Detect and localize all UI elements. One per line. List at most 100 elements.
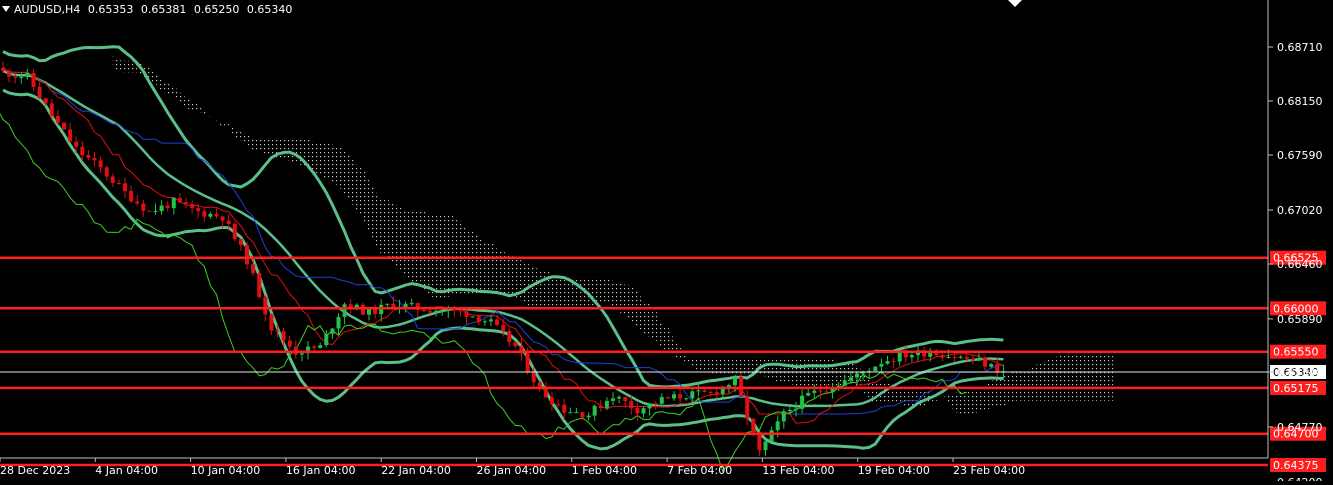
y-tick-label: 0.66460	[1277, 258, 1323, 271]
candle-body	[92, 158, 97, 161]
candle-body	[745, 396, 750, 419]
candle-body	[147, 210, 152, 212]
y-tick-label: 0.64200	[1277, 476, 1323, 481]
candle-body	[897, 352, 902, 362]
candle-body	[495, 319, 500, 325]
candle-body	[739, 376, 744, 397]
candle-body	[257, 273, 262, 297]
price-chart[interactable]: 0.66525 0.66000 0.65550 0.65175 0.64700 0.643…	[0, 0, 1333, 485]
chart-title: AUDUSD,H4 0.65353 0.65381 0.65250 0.6534…	[2, 3, 296, 16]
candle-body	[556, 404, 561, 406]
candle-body	[31, 73, 36, 87]
candle-body	[733, 376, 737, 386]
candle-body	[232, 224, 237, 240]
candle-body	[318, 345, 323, 348]
candle-body	[501, 325, 506, 331]
candle-body	[775, 421, 780, 431]
candle-body	[86, 155, 91, 158]
x-tick-label: 4 Jan 04:00	[95, 464, 158, 477]
candle-body	[848, 377, 853, 381]
candle-body	[525, 353, 530, 373]
candle-body	[373, 309, 378, 315]
candle-body	[281, 331, 286, 341]
candle-body	[13, 76, 18, 78]
candle-body	[214, 213, 219, 217]
candle-body	[470, 316, 475, 318]
candle-body	[153, 211, 158, 213]
candle-body	[171, 198, 176, 209]
candle-body	[812, 390, 817, 393]
candle-body	[714, 392, 719, 394]
chart-svg[interactable]: 0.665250.660000.655500.651750.647000.643…	[0, 0, 1333, 485]
candle-body	[43, 98, 48, 104]
chart-background	[0, 0, 1333, 481]
ohlc-close: 0.65340	[246, 3, 293, 16]
candle-body	[299, 353, 304, 355]
candle-body	[842, 380, 847, 386]
x-tick-label: 26 Jan 04:00	[477, 464, 547, 477]
x-tick-label: 16 Jan 04:00	[286, 464, 356, 477]
candle-body	[543, 388, 548, 398]
candle-body	[116, 183, 121, 184]
candle-body	[80, 146, 85, 156]
candle-body	[507, 330, 512, 343]
candle-body	[995, 364, 1000, 373]
candle-body	[458, 310, 463, 312]
candle-body	[391, 303, 396, 308]
candle-body	[611, 398, 615, 401]
candle-body	[946, 357, 951, 358]
candle-body	[647, 403, 652, 409]
candle-body	[964, 356, 969, 359]
candle-body	[824, 391, 829, 393]
candle-body	[800, 395, 805, 409]
candle-body	[818, 390, 823, 392]
x-tick-label: 22 Jan 04:00	[381, 464, 451, 477]
candle-body	[123, 183, 127, 192]
candle-body	[708, 391, 713, 393]
ohlc-high: 0.65381	[140, 3, 187, 16]
candle-body	[202, 211, 207, 217]
candle-body	[928, 353, 933, 357]
candle-body	[909, 355, 914, 358]
y-tick-label: 0.67020	[1277, 204, 1323, 217]
candle-body	[98, 160, 103, 168]
y-tick-label: 0.64770	[1277, 421, 1323, 434]
candle-body	[672, 394, 676, 399]
level-tag-label: 0.65550	[1273, 346, 1319, 359]
candle-body	[598, 405, 603, 408]
candle-body	[787, 409, 792, 412]
candle-body	[385, 303, 390, 305]
candle-body	[62, 122, 66, 130]
candle-body	[562, 404, 567, 413]
candle-body	[617, 396, 622, 399]
candle-body	[970, 358, 975, 361]
candle-body	[68, 129, 73, 142]
candle-body	[104, 167, 109, 177]
candle-body	[983, 358, 988, 367]
candle-body	[665, 397, 670, 399]
y-tick-label: 0.68150	[1277, 95, 1323, 108]
menu-triangle-icon[interactable]	[2, 6, 10, 12]
y-tick-label: 0.65340	[1277, 366, 1323, 379]
candle-body	[806, 392, 811, 396]
candle-body	[403, 303, 408, 307]
candle-body	[550, 397, 554, 405]
candle-body	[440, 310, 445, 312]
candle-body	[159, 205, 164, 212]
y-tick-label: 0.68710	[1277, 41, 1323, 54]
candle-body	[263, 296, 268, 315]
candle-body	[208, 213, 213, 217]
ohlc-low: 0.65250	[193, 3, 240, 16]
candle-body	[25, 73, 30, 78]
candle-body	[238, 239, 243, 246]
candle-body	[476, 316, 481, 322]
candle-body	[37, 86, 42, 99]
candle-body	[696, 390, 701, 392]
candle-body	[434, 310, 439, 313]
level-tag-label: 0.65175	[1273, 382, 1319, 395]
candle-body	[568, 412, 573, 414]
candle-body	[421, 309, 426, 312]
candle-body	[659, 397, 664, 404]
candle-body	[287, 340, 292, 347]
candle-body	[702, 390, 707, 392]
